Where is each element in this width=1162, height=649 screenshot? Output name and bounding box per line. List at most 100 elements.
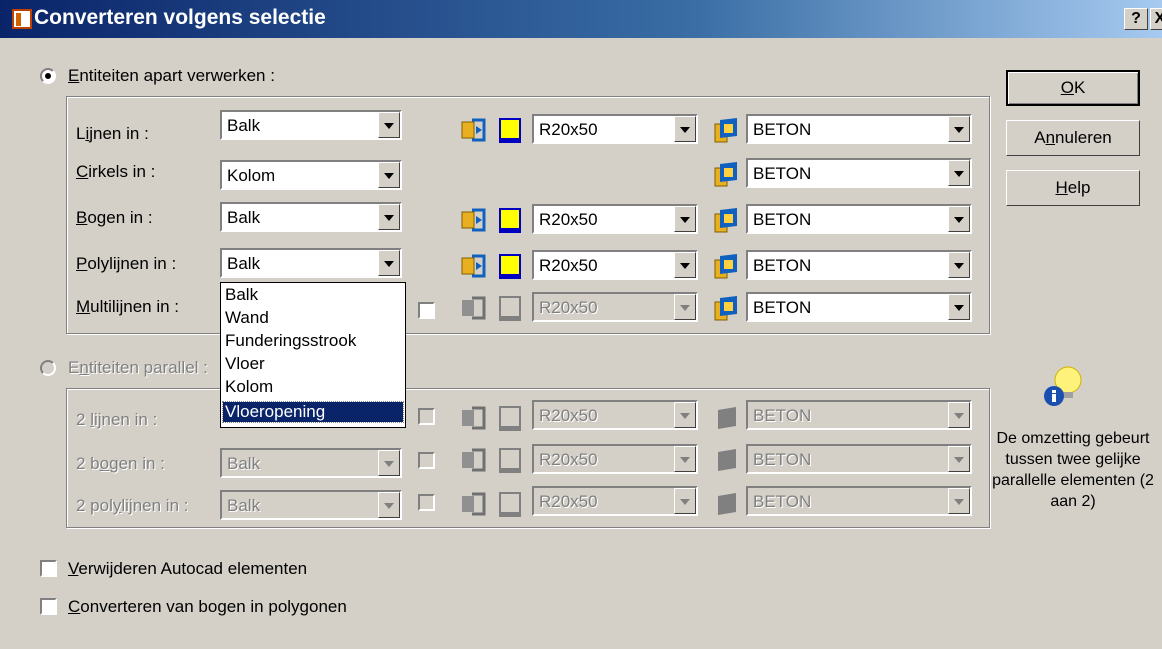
row-label-multilijnen: Multilijnen in : [76,297,179,316]
radio-apart-label[interactable]: Entiteiten apart verwerken : [68,66,275,86]
profile-combo-lijnen[interactable]: R20x50 [532,114,698,144]
material-icon[interactable] [712,206,740,234]
row-label-polylijnen: Polylijnen in : [76,254,177,273]
chevron-down-icon[interactable] [674,116,696,142]
cancel-button[interactable]: Annuleren [1006,120,1140,156]
material-combo-2-polylijnen: BETON [746,486,972,516]
material-icon[interactable] [712,252,740,280]
row-label-bogen: Bogen in : [76,208,153,227]
checkbox-2-bogen [418,452,435,469]
profile-edit-icon [462,406,486,430]
material-icon[interactable] [712,116,740,144]
material-icon [718,407,736,429]
dropdown-option[interactable]: Kolom [225,377,273,397]
chevron-down-icon[interactable] [674,206,696,232]
chevron-down-icon [378,450,400,476]
checkbox-multilijnen[interactable] [418,302,435,319]
profile-combo-bogen[interactable]: R20x50 [532,204,698,234]
checkbox-2-polylijnen [418,494,435,511]
info-bulb-icon [1044,366,1082,406]
element-dropdown-list[interactable]: Balk Wand Funderingsstrook Vloer Kolom V… [220,282,406,428]
app-icon [12,9,32,29]
row-label-2-bogen: 2 bogen in : [76,454,165,473]
chevron-down-icon[interactable] [948,252,970,278]
help-button[interactable]: Help [1006,170,1140,206]
material-combo-cirkels[interactable]: BETON [746,158,972,188]
radio-parallel[interactable] [40,360,56,376]
profile-yellow-icon [499,296,521,321]
help-title-button[interactable]: ? [1124,8,1148,30]
row-label-cirkels: Cirkels in : [76,162,156,181]
profile-yellow-icon[interactable] [496,252,524,280]
dropdown-option[interactable]: Funderingsstrook [225,331,356,351]
dialog-window: Converteren volgens selectie ? X Entitei… [0,0,1162,649]
chevron-down-icon [674,488,696,514]
element-combo-bogen[interactable]: Balk [220,202,402,232]
profile-combo-2-polylijnen: R20x50 [532,486,698,516]
material-combo-bogen[interactable]: BETON [746,204,972,234]
chevron-down-icon[interactable] [948,116,970,142]
chevron-down-icon[interactable] [948,206,970,232]
profile-combo-2-bogen: R20x50 [532,444,698,474]
radio-apart[interactable] [40,68,56,84]
profile-edit-icon[interactable] [460,206,488,234]
chevron-down-icon[interactable] [948,294,970,320]
title-bar[interactable]: Converteren volgens selectie ? X [0,0,1162,38]
material-combo-polylijnen[interactable]: BETON [746,250,972,280]
material-icon [718,449,736,471]
checkbox-convert-arcs-label[interactable]: Converteren van bogen in polygonen [68,597,347,617]
profile-combo-2-lijnen: R20x50 [532,400,698,430]
profile-yellow-icon [499,448,521,473]
profile-yellow-icon [499,492,521,517]
profile-edit-icon [462,448,486,472]
row-label-2-polylijnen: 2 polylijnen in : [76,496,189,515]
element-combo-cirkels[interactable]: Kolom [220,160,402,190]
chevron-down-icon [674,294,696,320]
material-combo-lijnen[interactable]: BETON [746,114,972,144]
chevron-down-icon[interactable] [378,162,400,188]
profile-yellow-icon[interactable] [496,206,524,234]
material-icon[interactable] [712,294,740,322]
chevron-down-icon [948,488,970,514]
row-label-lijnen: Lijnen in : [76,124,149,143]
chevron-down-icon[interactable] [948,160,970,186]
element-combo-lijnen[interactable]: Balk [220,110,402,140]
chevron-down-icon [948,446,970,472]
profile-edit-icon[interactable] [460,116,488,144]
ok-button[interactable]: OK [1006,70,1140,106]
checkbox-2-lijnen [418,408,435,425]
material-combo-2-bogen: BETON [746,444,972,474]
checkbox-convert-arcs[interactable] [40,598,57,615]
info-text: De omzetting gebeurt tussen twee gelijke… [992,430,1154,510]
profile-yellow-icon[interactable] [496,116,524,144]
material-icon[interactable] [712,160,740,188]
profile-edit-icon[interactable] [460,252,488,280]
material-combo-multilijnen[interactable]: BETON [746,292,972,322]
material-combo-2-lijnen: BETON [746,400,972,430]
window-title: Converteren volgens selectie [34,6,326,29]
profile-combo-multilijnen: R20x50 [532,292,698,322]
checkbox-delete-autocad[interactable] [40,560,57,577]
material-icon [718,493,736,515]
chevron-down-icon [674,446,696,472]
close-button[interactable]: X [1150,8,1162,30]
element-combo-2-polylijnen: Balk [220,490,402,520]
dropdown-option-selected[interactable]: Vloeropening [222,401,404,423]
dropdown-option[interactable]: Vloer [225,354,265,374]
chevron-down-icon[interactable] [378,112,400,138]
chevron-down-icon [948,402,970,428]
dropdown-option[interactable]: Wand [225,308,269,328]
chevron-down-icon[interactable] [378,250,400,276]
profile-yellow-icon [499,406,521,431]
profile-combo-polylijnen[interactable]: R20x50 [532,250,698,280]
chevron-down-icon[interactable] [674,252,696,278]
profile-edit-icon [462,296,486,320]
element-combo-polylijnen[interactable]: Balk [220,248,402,278]
row-label-2-lijnen: 2 lijnen in : [76,410,158,429]
element-combo-2-bogen: Balk [220,448,402,478]
radio-parallel-label[interactable]: Entiteiten parallel : [68,358,208,378]
dropdown-option[interactable]: Balk [225,285,258,305]
chevron-down-icon[interactable] [378,204,400,230]
checkbox-delete-autocad-label[interactable]: Verwijderen Autocad elementen [68,559,307,579]
chevron-down-icon [674,402,696,428]
